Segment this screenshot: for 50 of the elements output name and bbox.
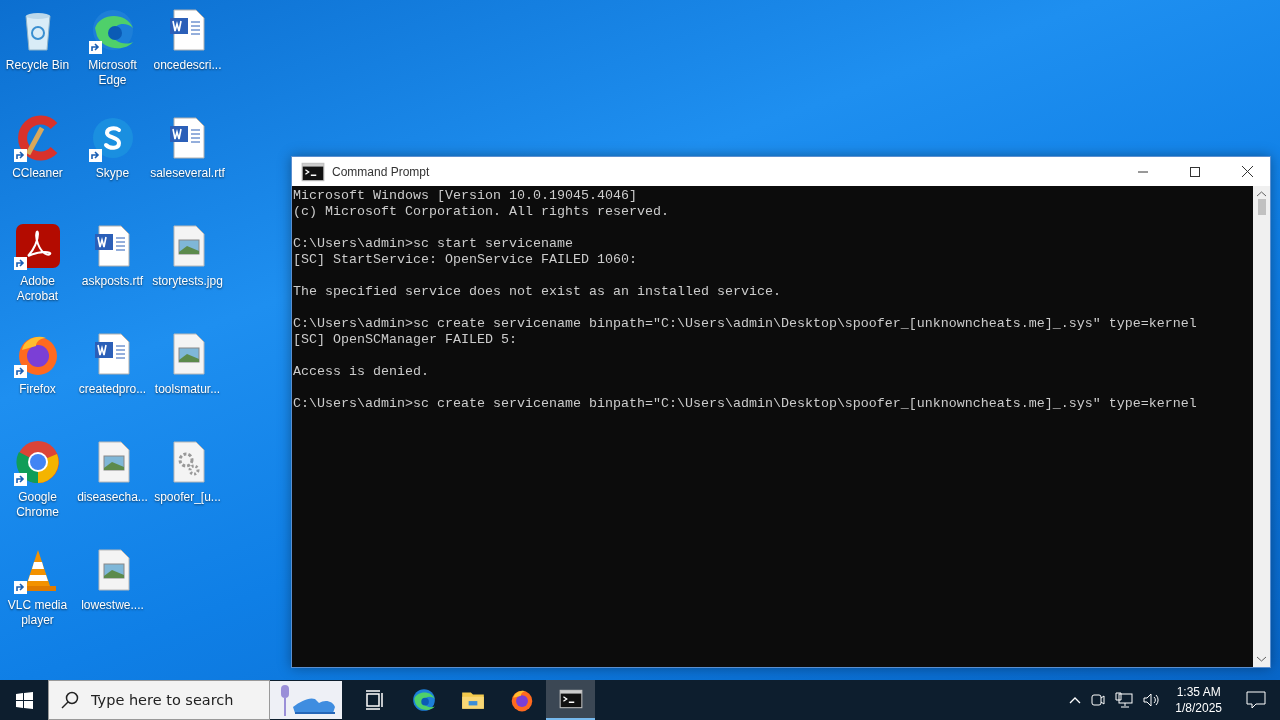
icon-label[interactable]: storytests.jpg [149, 274, 226, 289]
chevron-up-icon[interactable] [1069, 696, 1082, 704]
clock-date: 1/8/2025 [1175, 700, 1222, 716]
console-output: Access is denied. [293, 364, 430, 380]
icon-label[interactable]: spoofer_[u... [149, 490, 226, 505]
edge-icon [410, 687, 437, 713]
volume-icon[interactable] [1143, 692, 1162, 708]
scrollbar-thumb[interactable] [1257, 199, 1266, 215]
icon-label[interactable]: createdpro... [74, 382, 151, 397]
windows-logo-icon [15, 691, 33, 709]
icon-label[interactable]: toolsmatur... [149, 382, 226, 397]
search-field[interactable]: Type here to search [89, 691, 253, 709]
taskbar-button[interactable] [546, 680, 595, 720]
command-line: C:\Users\admin>sc start servicename [293, 236, 574, 252]
console-output: [SC] OpenSCManager FAILED 5: [293, 332, 518, 348]
icon-label[interactable]: Skype [74, 166, 151, 181]
clock[interactable]: 1:35 AM 1/8/2025 [1175, 684, 1222, 716]
icon-label[interactable]: diseasecha... [74, 490, 151, 505]
scroll-up-icon[interactable] [1257, 191, 1266, 197]
icon-label[interactable]: askposts.rtf [74, 274, 151, 289]
icon-label[interactable]: Recycle Bin [0, 58, 76, 73]
console-output: [SC] StartService: OpenService FAILED 1060: [293, 252, 638, 268]
console-output: The specified service does not exist as an installed service. [293, 284, 782, 300]
icon-label[interactable]: CCleaner [0, 166, 76, 181]
console-output: Microsoft Windows [Version 10.0.19045.4046] [293, 188, 638, 204]
icon-label[interactable]: Adobe Acrobat [0, 274, 76, 304]
icon-label[interactable]: Microsoft Edge [74, 58, 151, 88]
icon-label[interactable]: lowestwe.... [74, 598, 151, 613]
acrobat-icon [13, 222, 62, 270]
icon-label[interactable]: oncedescri... [149, 58, 226, 73]
search-highlight-drawing [270, 681, 342, 719]
command-line: C:\Users\admin>sc create servicename binpath="C:\Users\admin\Desktop\spoofer_[unknowncheats.me]_.sys" type=kernel [293, 396, 1198, 412]
scroll-down-icon[interactable] [1257, 656, 1266, 662]
console-output: (c) Microsoft Corporation. All rights reserved. [293, 204, 670, 220]
icon-label[interactable]: Google Chrome [0, 490, 76, 520]
icon-label[interactable]: saleseveral.rtf [149, 166, 226, 181]
search-icon [61, 691, 79, 709]
window-title: Command Prompt [332, 164, 431, 179]
command-line: C:\Users\admin>sc create servicename binpath="C:\Users\admin\Desktop\spoofer_[unknowncheats.me]_.sys" type=kernel [293, 316, 1198, 332]
camera-icon[interactable] [1091, 692, 1106, 708]
chrome-icon [13, 438, 62, 486]
scrollbar[interactable] [1253, 186, 1270, 667]
maximize-icon [1190, 166, 1200, 177]
network-icon[interactable] [1115, 692, 1134, 708]
search-bar[interactable]: Type here to search [48, 680, 270, 720]
notifications-icon[interactable] [1246, 691, 1266, 709]
close-icon [1241, 166, 1253, 177]
icon-label[interactable]: VLC media player [0, 598, 76, 628]
clock-time: 1:35 AM [1176, 684, 1221, 700]
icon-label[interactable]: Firefox [0, 382, 76, 397]
